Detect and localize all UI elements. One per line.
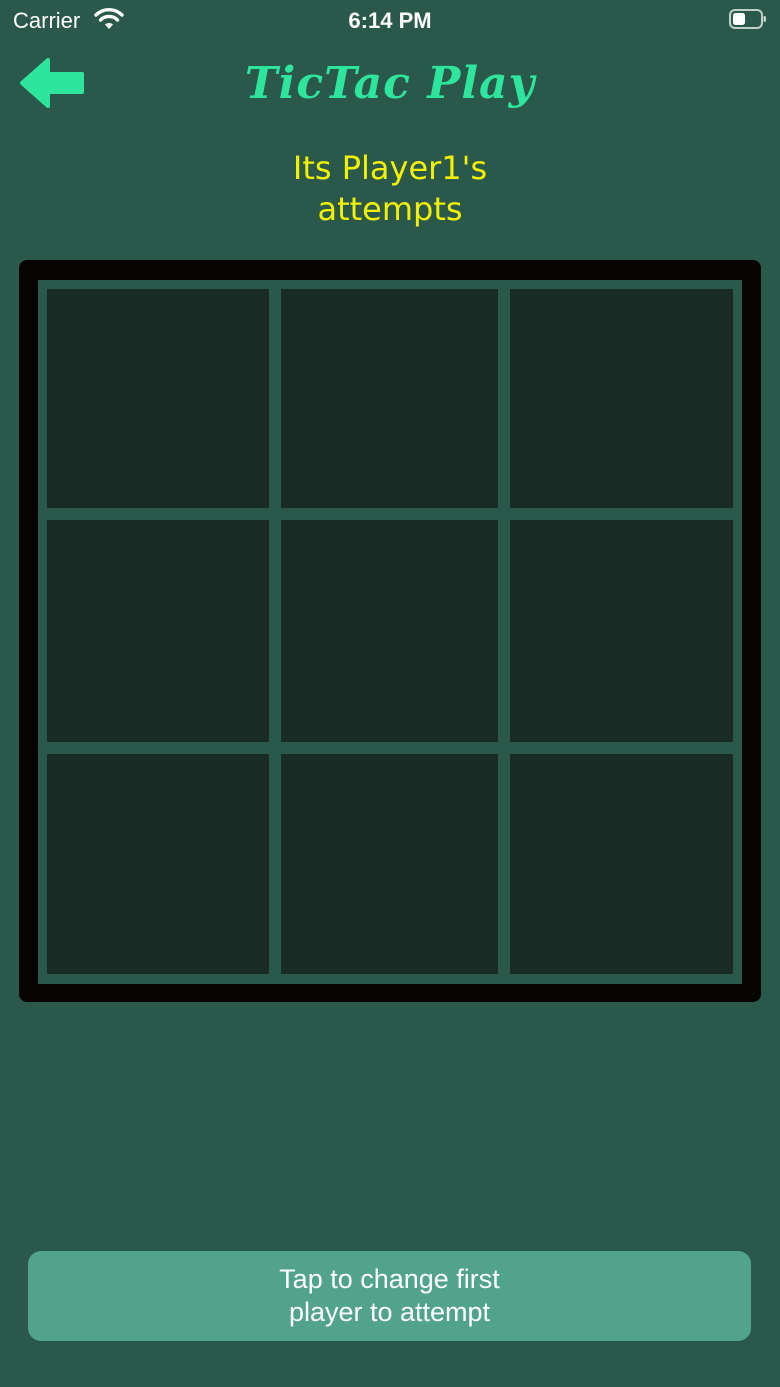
board-cell-3-2[interactable] <box>281 754 498 974</box>
change-first-player-label: Tap to change first player to attempt <box>279 1264 500 1327</box>
board-cell-1-1[interactable] <box>47 289 269 508</box>
battery-icon <box>729 9 766 29</box>
turn-indicator: Its Player1's attempts <box>292 149 488 228</box>
status-time: 6:14 PM <box>348 8 432 33</box>
board-cell-2-1[interactable] <box>47 520 269 742</box>
board-cell-3-3[interactable] <box>510 754 733 974</box>
app-title: TicTac Play <box>244 58 536 109</box>
board-cell-3-1[interactable] <box>47 754 269 974</box>
game-board <box>38 280 742 984</box>
board-cell-1-3[interactable] <box>510 289 733 508</box>
board-cell-1-2[interactable] <box>281 289 498 508</box>
change-first-player-button[interactable]: Tap to change first player to attempt <box>28 1251 751 1341</box>
status-bar: Carrier 6:14 PM <box>0 0 780 40</box>
board-cell-2-2[interactable] <box>281 520 498 742</box>
board-cell-2-3[interactable] <box>510 520 733 742</box>
